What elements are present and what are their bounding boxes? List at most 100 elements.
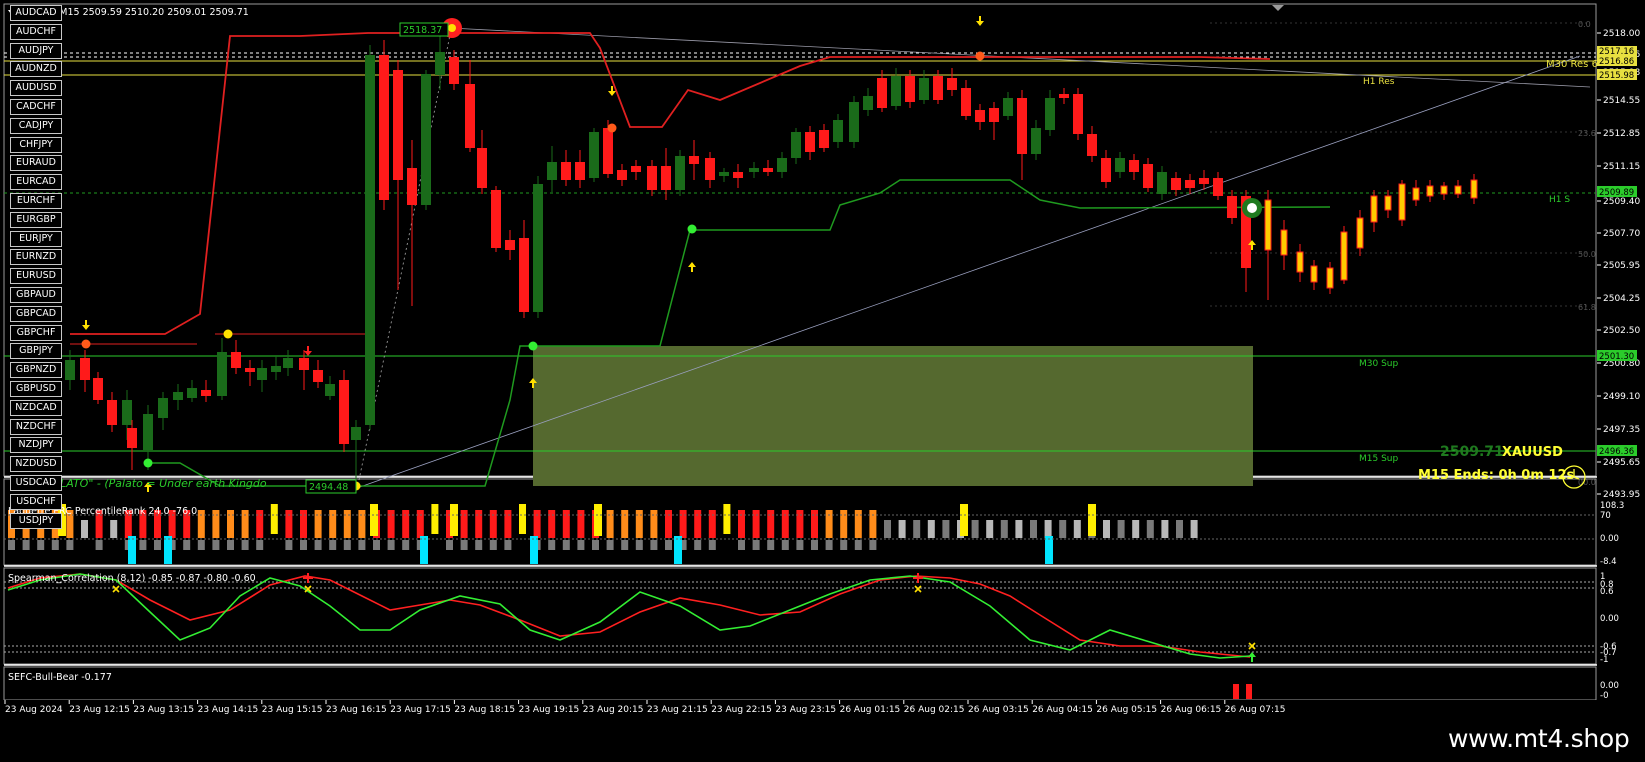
price-chart[interactable]: 2518.00 2516.86 2515.98 2514.55 2512.85 2511.… <box>0 0 1645 762</box>
pair-button-nzdcad[interactable]: NZDCAD <box>10 399 62 416</box>
candle-body <box>449 57 459 84</box>
pair-button-gbpjpy[interactable]: GBPJPY <box>10 343 62 360</box>
pair-button-euraud[interactable]: EURAUD <box>10 155 62 172</box>
laguerre-cyan-bar <box>420 536 428 564</box>
laguerre-bar-lower <box>577 540 585 550</box>
signal-dot <box>528 341 538 351</box>
price-tick-label: 2495.65 <box>1603 458 1640 468</box>
label-h1-s: H1 S <box>1549 195 1570 205</box>
laguerre-bar-lower <box>285 540 293 550</box>
candle-body <box>477 148 487 188</box>
pair-button-audchf[interactable]: AUDCHF <box>10 23 62 40</box>
laguerre-bar-lower <box>650 540 658 550</box>
pair-button-usdcad[interactable]: USDCAD <box>10 474 62 491</box>
laguerre-yellow-bar <box>594 504 602 536</box>
laguerre-bar-lower <box>781 540 789 550</box>
candle-body <box>919 78 929 100</box>
price-tick-label: 2511.15 <box>1603 162 1640 172</box>
candle-body <box>833 120 843 142</box>
candle-body <box>1115 158 1125 172</box>
candle-body <box>93 378 103 400</box>
laguerre-bar <box>635 510 643 538</box>
pair-button-eurcad[interactable]: EURCAD <box>10 174 62 191</box>
laguerre-axis-label: 70 <box>1600 511 1611 521</box>
laguerre-bar-lower <box>504 540 512 550</box>
laguerre-cyan-bar <box>674 536 682 564</box>
laguerre-bar-lower <box>329 540 337 550</box>
candle-body <box>547 162 557 180</box>
laguerre-bar <box>840 510 848 538</box>
laguerre-bar-lower <box>475 540 483 550</box>
pair-button-nzdchf[interactable]: NZDCHF <box>10 418 62 435</box>
scroll-marker[interactable] <box>1272 5 1284 11</box>
pair-button-eurusd[interactable]: EURUSD <box>10 268 62 285</box>
signal-dot <box>223 329 233 339</box>
laguerre-bar-lower <box>767 540 775 550</box>
pair-button-audcad[interactable]: AUDCAD <box>10 5 62 21</box>
bullbear-axis-0: 0.00 <box>1600 681 1619 691</box>
time-tick-label: 23 Aug 16:15 <box>326 705 387 715</box>
laguerre-yellow-bar <box>1088 504 1096 536</box>
pair-button-eurgbp[interactable]: EURGBP <box>10 211 62 228</box>
laguerre-bar <box>358 510 366 538</box>
pair-button-eurjpy[interactable]: EURJPY <box>10 230 62 247</box>
laguerre-bar <box>270 504 278 534</box>
pair-button-cadchf[interactable]: CADCHF <box>10 98 62 115</box>
price-tick-label: 2512.85 <box>1603 129 1640 139</box>
pair-button-gbpusd[interactable]: GBPUSD <box>10 380 62 397</box>
laguerre-bar-lower <box>562 540 570 550</box>
laguerre-bar-lower <box>37 540 45 550</box>
candle-body <box>491 190 501 248</box>
label-m30-sup: M30 Sup <box>1359 359 1398 369</box>
candle-body <box>299 358 309 370</box>
candle-body <box>1398 183 1406 221</box>
tag-res-text: 2515.98 <box>1599 71 1634 81</box>
candle-body <box>1310 265 1318 283</box>
time-tick-label: 23 Aug 14:15 <box>198 705 259 715</box>
candle-body <box>201 390 211 396</box>
pair-button-eurchf[interactable]: EURCHF <box>10 192 62 209</box>
candle-body <box>1470 179 1478 199</box>
laguerre-bar <box>504 510 512 538</box>
status-price: 2509.71 <box>1440 444 1504 460</box>
laguerre-bar <box>533 510 541 538</box>
candle-body <box>791 132 801 158</box>
pair-button-gbpaud[interactable]: GBPAUD <box>10 286 62 303</box>
candle-body <box>1264 199 1272 251</box>
pair-button-nzdusd[interactable]: NZDUSD <box>10 456 62 473</box>
pair-button-gbpcad[interactable]: GBPCAD <box>10 305 62 322</box>
pair-button-cadjpy[interactable]: CADJPY <box>10 117 62 134</box>
laguerre-bar-lower <box>665 540 672 550</box>
time-tick-label: 23 Aug 12:15 <box>69 705 130 715</box>
pair-button-nzdjpy[interactable]: NZDJPY <box>10 437 62 454</box>
pair-button-gbpchf[interactable]: GBPCHF <box>10 324 62 341</box>
pair-button-eurnzd[interactable]: EURNZD <box>10 249 62 266</box>
pair-button-audusd[interactable]: AUDUSD <box>10 80 62 97</box>
pair-button-audnzd[interactable]: AUDNZD <box>10 61 62 78</box>
spearman-markers <box>112 573 1256 650</box>
time-tick-label: 26 Aug 01:15 <box>840 705 901 715</box>
bullbear-frame <box>3 666 1597 701</box>
candle-body <box>1087 134 1097 156</box>
candle-body <box>1370 195 1378 223</box>
pair-button-usdjpy[interactable]: USDJPY <box>10 512 62 529</box>
high-price-text: 2518.37 <box>403 25 442 36</box>
spearman-cross-icon <box>914 585 922 593</box>
arrow-down-icon <box>304 346 312 356</box>
pair-button-audjpy[interactable]: AUDJPY <box>10 42 62 59</box>
pair-button-usdchf[interactable]: USDCHF <box>10 493 62 510</box>
time-tick-label: 23 Aug 20:15 <box>583 705 644 715</box>
time-tick-label: 23 Aug 22:15 <box>711 705 772 715</box>
candle-body <box>107 400 117 425</box>
pair-button-chfjpy[interactable]: CHFJPY <box>10 136 62 153</box>
candle-body <box>1280 229 1288 256</box>
candle-body <box>1129 160 1139 172</box>
pair-button-gbpnzd[interactable]: GBPNZD <box>10 362 62 379</box>
laguerre-bar <box>825 510 833 538</box>
candle-body <box>313 370 323 382</box>
laguerre-bar <box>241 510 249 538</box>
laguerre-bar <box>767 510 775 538</box>
laguerre-bar-lower <box>825 540 833 550</box>
candle-body <box>947 78 957 90</box>
laguerre-axis: 108.370 0.00 -8.4 <box>1600 501 1624 567</box>
